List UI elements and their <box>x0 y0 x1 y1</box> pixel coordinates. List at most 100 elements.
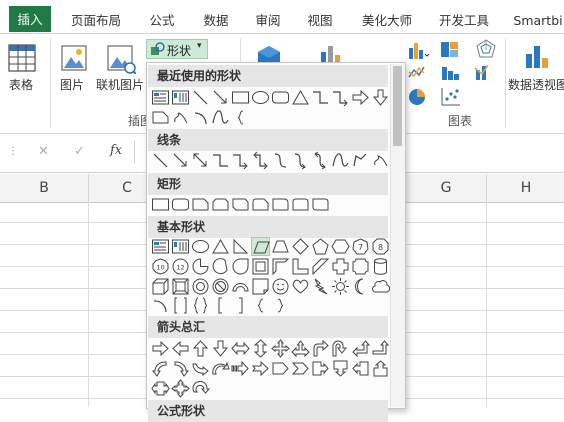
parallelogram-shape-icon[interactable] <box>251 237 270 256</box>
cross-shape-icon[interactable] <box>331 257 350 276</box>
cancel-button[interactable]: ✕ <box>38 144 49 159</box>
right-triangle-shape-icon[interactable] <box>231 237 250 256</box>
triangle-shape-icon[interactable] <box>291 88 310 107</box>
rounded-rectangle-shape-icon[interactable] <box>271 88 290 107</box>
curved-up-arrow-shape-icon[interactable] <box>191 359 210 378</box>
tab-beautify-master[interactable]: 美化大师 <box>352 8 422 34</box>
column-header-b[interactable]: B <box>0 174 89 202</box>
column-chart-icon[interactable] <box>408 40 430 60</box>
teardrop-shape-icon[interactable] <box>231 257 250 276</box>
statistic-chart-icon[interactable] <box>440 62 466 82</box>
shapes-button[interactable]: 形状 ▾ <box>146 39 208 59</box>
freeform-shape-icon[interactable] <box>171 108 190 127</box>
pie-chart-icon[interactable] <box>408 86 434 108</box>
left-up-arrow-shape-icon[interactable] <box>351 339 371 358</box>
round-same-side-rectangle-shape-icon[interactable] <box>291 195 310 214</box>
elbow-arrow-connector-shape-icon[interactable] <box>231 151 250 170</box>
elbow-connector-shape-icon[interactable] <box>311 88 330 107</box>
rectangle-shape-icon[interactable] <box>231 88 250 107</box>
diagonal-stripe-shape-icon[interactable] <box>311 257 330 276</box>
arc-shape-icon[interactable] <box>191 108 210 127</box>
arrow-line-shape-icon[interactable] <box>211 88 230 107</box>
vertical-text-box-shape-icon[interactable] <box>171 88 190 107</box>
pentagon-arrow-shape-icon[interactable] <box>271 359 290 378</box>
left-right-up-arrow-shape-icon[interactable] <box>291 339 310 358</box>
isosceles-triangle-shape-icon[interactable] <box>211 237 230 256</box>
online-picture-button-label[interactable]: 联机图片 <box>96 76 144 93</box>
down-arrow-shape-icon[interactable] <box>211 339 230 358</box>
can-shape-icon[interactable] <box>371 257 390 276</box>
tab-insert[interactable]: 插入 <box>9 6 51 32</box>
curve-shape-icon[interactable] <box>211 108 230 127</box>
snip-same-side-rectangle-shape-icon[interactable] <box>211 195 230 214</box>
down-arrow-shape-icon[interactable] <box>371 88 390 107</box>
menu-scrollbar-thumb[interactable] <box>393 66 402 146</box>
bent-up-arrow-shape-icon[interactable] <box>371 339 390 358</box>
online-picture-icon[interactable] <box>106 42 136 74</box>
vertical-text-box-shape-icon[interactable] <box>171 237 190 256</box>
dodecagon-shape-icon[interactable]: 12 <box>171 257 190 276</box>
left-arrow-callout-shape-icon[interactable] <box>351 359 370 378</box>
picture-button-label[interactable]: 图片 <box>60 76 84 93</box>
bevel-shape-icon[interactable] <box>171 277 190 296</box>
trapezoid-shape-icon[interactable] <box>271 237 290 256</box>
column-header-h[interactable]: H <box>486 174 564 202</box>
snip-round-rectangle-shape-icon[interactable] <box>251 195 270 214</box>
left-brace-shape-icon[interactable] <box>231 108 250 127</box>
arc-shape-icon[interactable] <box>151 296 170 315</box>
smiley-face-shape-icon[interactable] <box>271 277 290 296</box>
l-shape-icon[interactable] <box>291 257 310 276</box>
block-arc-shape-icon[interactable] <box>231 277 250 296</box>
pentagon-shape-icon[interactable] <box>311 237 330 256</box>
pivot-chart-icon[interactable] <box>522 40 556 72</box>
lightning-bolt-shape-icon[interactable] <box>311 277 330 296</box>
column-header-g[interactable]: G <box>406 174 487 202</box>
curve-shape-icon[interactable] <box>331 151 350 170</box>
donut-shape-icon[interactable] <box>191 277 210 296</box>
hexagon-shape-icon[interactable] <box>331 237 350 256</box>
left-right-arrow-shape-icon[interactable] <box>231 339 250 358</box>
scribble-shape-icon[interactable] <box>371 151 390 170</box>
left-right-arrow-callout-shape-icon[interactable] <box>151 379 170 398</box>
elbow-connector-shape-icon[interactable] <box>211 151 230 170</box>
chord-shape-icon[interactable] <box>211 257 230 276</box>
tab-data[interactable]: 数据 <box>196 8 236 34</box>
right-arrow-callout-shape-icon[interactable] <box>311 359 330 378</box>
double-arrow-line-shape-icon[interactable] <box>191 151 210 170</box>
snip-rectangle-shape-icon[interactable] <box>151 108 170 127</box>
quad-arrow-callout-shape-icon[interactable] <box>171 379 190 398</box>
pivot-chart-label[interactable]: 数据透视图 <box>508 76 564 93</box>
line-chart-icon[interactable] <box>408 62 434 82</box>
down-arrow-callout-shape-icon[interactable] <box>331 359 350 378</box>
elbow-double-arrow-connector-shape-icon[interactable] <box>251 151 270 170</box>
right-arrow-shape-icon[interactable] <box>351 88 370 107</box>
u-turn-arrow-shape-icon[interactable] <box>331 339 350 358</box>
scatter-chart-icon[interactable] <box>440 86 466 108</box>
tab-view[interactable]: 视图 <box>300 8 340 34</box>
striped-right-arrow-shape-icon[interactable] <box>231 359 250 378</box>
round-single-corner-rectangle-shape-icon[interactable] <box>271 195 290 214</box>
picture-icon[interactable] <box>60 42 88 74</box>
double-bracket-shape-icon[interactable] <box>171 296 190 315</box>
tab-review[interactable]: 审阅 <box>248 8 288 34</box>
diamond-shape-icon[interactable] <box>291 237 310 256</box>
curved-right-arrow-shape-icon[interactable] <box>151 359 170 378</box>
more-handle-icon[interactable]: ⋮ <box>8 146 18 157</box>
right-arrow-shape-icon[interactable] <box>151 339 170 358</box>
curved-arrow-connector-shape-icon[interactable] <box>291 151 310 170</box>
double-brace-shape-icon[interactable] <box>191 296 210 315</box>
insert-function-button[interactable]: fx <box>110 143 122 158</box>
tab-developer[interactable]: 开发工具 <box>432 8 496 34</box>
pie-shape-icon[interactable] <box>191 257 210 276</box>
cloud-shape-icon[interactable] <box>371 277 391 296</box>
right-bracket-shape-icon[interactable] <box>231 296 250 315</box>
hierarchy-chart-icon[interactable] <box>440 40 464 60</box>
left-bracket-shape-icon[interactable] <box>211 296 230 315</box>
text-box-shape-icon[interactable] <box>151 237 170 256</box>
curved-connector-shape-icon[interactable] <box>271 151 290 170</box>
notched-right-arrow-shape-icon[interactable] <box>251 359 270 378</box>
right-brace-shape-icon[interactable] <box>271 296 290 315</box>
moon-shape-icon[interactable] <box>351 277 370 296</box>
oval-shape-icon[interactable] <box>251 88 270 107</box>
up-arrow-callout-shape-icon[interactable] <box>371 359 390 378</box>
